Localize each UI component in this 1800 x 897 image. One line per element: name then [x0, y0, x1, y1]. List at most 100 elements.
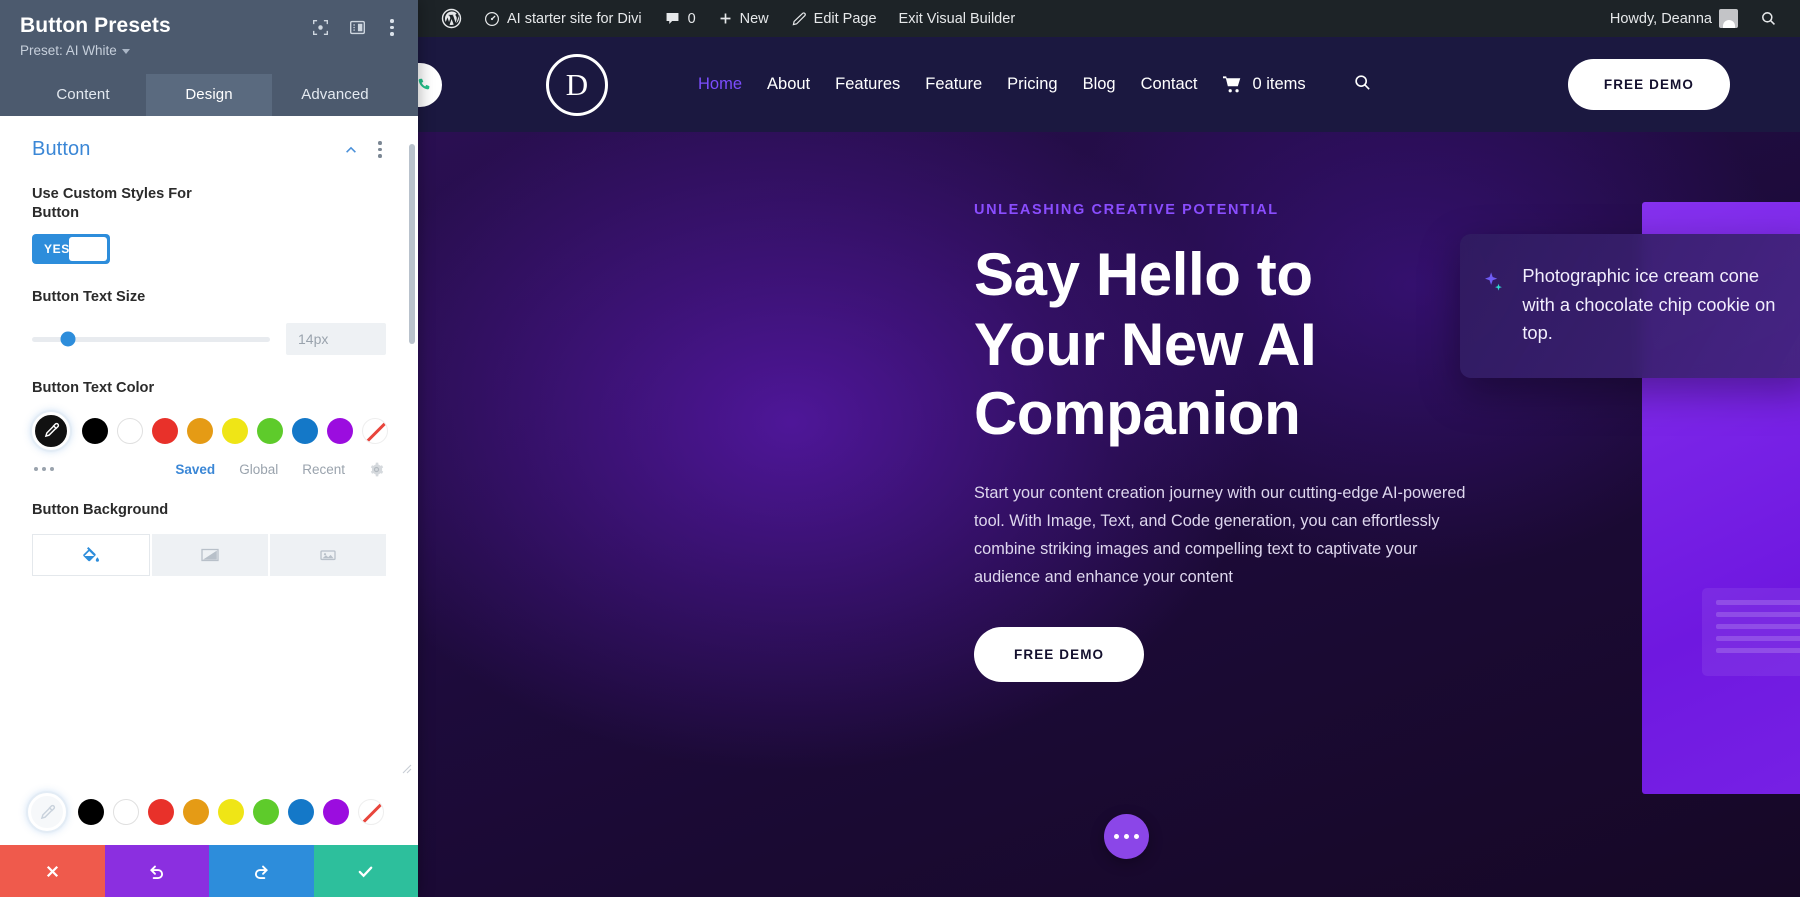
cart-items-label: 0 items — [1252, 75, 1306, 93]
ai-prompt-card: Photographic ice cream cone with a choco… — [1460, 234, 1800, 378]
swatch-transparent[interactable] — [362, 417, 388, 444]
check-icon — [358, 866, 373, 877]
preset-selector[interactable]: Preset: AI White — [20, 43, 130, 58]
swatch-purple[interactable] — [327, 417, 353, 444]
section-more-options-icon[interactable] — [374, 139, 386, 160]
wordpress-logo-button[interactable] — [430, 0, 473, 37]
more-dots-icon[interactable] — [32, 463, 56, 475]
tab-advanced[interactable]: Advanced — [272, 74, 398, 116]
exit-builder-label: Exit Visual Builder — [898, 10, 1016, 27]
phone-contact-tab[interactable] — [418, 63, 442, 107]
cancel-button[interactable] — [0, 845, 105, 897]
field-button-text-size: Button Text Size — [0, 288, 418, 356]
comments-button[interactable]: 0 — [653, 0, 707, 37]
swatch-green[interactable] — [257, 417, 283, 444]
nav-item-features[interactable]: Features — [835, 75, 900, 94]
footer-swatch-black[interactable] — [78, 799, 104, 825]
image-icon — [320, 549, 336, 560]
focus-target-icon[interactable] — [312, 19, 329, 36]
hero-section: UNLEASHING CREATIVE POTENTIAL Say Hello … — [418, 132, 1800, 897]
hero-purple-card: Photographic ice cream cone with a choco… — [1460, 202, 1800, 794]
undo-icon — [150, 865, 164, 879]
save-button[interactable] — [313, 845, 418, 897]
field-button-background: Button Background — [0, 501, 418, 576]
panel-layout-icon[interactable] — [349, 19, 366, 36]
swatch-orange[interactable] — [187, 417, 213, 444]
footer-swatch-transparent[interactable] — [358, 799, 384, 825]
swatch-black[interactable] — [82, 417, 108, 444]
howdy-label: Howdy, Deanna — [1609, 10, 1712, 27]
footer-swatch-white[interactable] — [113, 799, 139, 825]
search-icon — [1354, 74, 1370, 90]
phone-icon — [418, 78, 430, 90]
use-custom-styles-label: Use Custom Styles For Button — [32, 186, 192, 221]
exit-visual-builder-button[interactable]: Exit Visual Builder — [888, 0, 1027, 37]
nav-item-contact[interactable]: Contact — [1141, 75, 1198, 94]
site-search-button[interactable] — [1353, 73, 1372, 97]
panel-header: Button Presets Preset: AI White Content … — [0, 0, 418, 117]
footer-swatch-red[interactable] — [148, 799, 174, 825]
eyedropper-icon — [40, 804, 55, 819]
more-dots-icon — [1134, 834, 1139, 839]
footer-swatch-blue[interactable] — [288, 799, 314, 825]
swatch-red[interactable] — [152, 417, 178, 444]
footer-color-swatches — [0, 780, 418, 845]
chevron-up-icon[interactable] — [344, 143, 358, 157]
shopping-cart-icon — [1223, 76, 1241, 93]
nav-item-blog[interactable]: Blog — [1083, 75, 1116, 94]
gradient-icon — [201, 548, 219, 561]
button-text-size-slider[interactable] — [32, 331, 270, 347]
redo-button[interactable] — [209, 845, 314, 897]
header-cta-button[interactable]: FREE DEMO — [1567, 59, 1730, 110]
background-image-tab[interactable] — [270, 533, 386, 576]
more-dots-icon — [1124, 834, 1129, 839]
panel-resize-grip[interactable] — [402, 764, 412, 774]
account-menu[interactable]: Howdy, Deanna — [1599, 0, 1749, 37]
nav-item-pricing[interactable]: Pricing — [1007, 75, 1057, 94]
footer-swatch-green[interactable] — [253, 799, 279, 825]
close-icon — [46, 865, 58, 877]
sparkle-icon — [1485, 272, 1502, 291]
panel-action-bar — [0, 845, 418, 897]
background-gradient-tab[interactable] — [152, 533, 268, 576]
color-picker-eyedropper[interactable] — [32, 411, 70, 450]
new-content-button[interactable]: New — [707, 0, 780, 37]
tab-design[interactable]: Design — [146, 74, 272, 117]
panel-scrollbar[interactable] — [409, 144, 415, 374]
scrollbar-thumb[interactable] — [409, 144, 415, 345]
footer-color-picker-eyedropper[interactable] — [28, 793, 66, 831]
palette-tab-saved[interactable]: Saved — [175, 462, 215, 477]
palette-tab-global[interactable]: Global — [239, 462, 278, 477]
site-name-button[interactable]: AI starter site for Divi — [473, 0, 653, 37]
nav-item-about[interactable]: About — [767, 75, 810, 94]
swatch-white[interactable] — [117, 417, 143, 444]
footer-swatch-purple[interactable] — [323, 799, 349, 825]
slider-handle[interactable] — [60, 331, 76, 347]
nav-item-home[interactable]: Home — [698, 75, 742, 94]
section-title: Button — [32, 138, 91, 161]
tab-content[interactable]: Content — [20, 74, 146, 116]
palette-tab-recent[interactable]: Recent — [302, 462, 345, 477]
gear-icon[interactable] — [369, 462, 384, 477]
edit-page-button[interactable]: Edit Page — [780, 0, 888, 37]
nav-item-feature[interactable]: Feature — [925, 75, 982, 94]
panel-tabs: Content Design Advanced — [20, 74, 398, 117]
footer-swatch-orange[interactable] — [183, 799, 209, 825]
hero-cta-button[interactable]: FREE DEMO — [974, 626, 1145, 682]
floating-options-button[interactable] — [1104, 814, 1149, 859]
plus-icon — [720, 13, 731, 24]
background-color-tab[interactable] — [32, 533, 150, 576]
cart-link[interactable]: 0 items — [1222, 75, 1306, 94]
field-button-text-color: Button Text Color Saved Global Recent — [0, 379, 418, 477]
footer-swatch-yellow[interactable] — [218, 799, 244, 825]
site-logo[interactable]: D — [546, 53, 608, 116]
swatch-blue[interactable] — [292, 417, 318, 444]
button-text-size-input[interactable] — [286, 323, 386, 356]
use-custom-styles-toggle[interactable]: YES — [32, 234, 110, 265]
dashboard-icon — [485, 11, 499, 26]
undo-button[interactable] — [104, 845, 209, 897]
hero-eyebrow: UNLEASHING CREATIVE POTENTIAL — [974, 202, 1279, 218]
admin-search-button[interactable] — [1749, 0, 1788, 37]
more-options-icon[interactable] — [386, 17, 398, 38]
swatch-yellow[interactable] — [222, 417, 248, 444]
